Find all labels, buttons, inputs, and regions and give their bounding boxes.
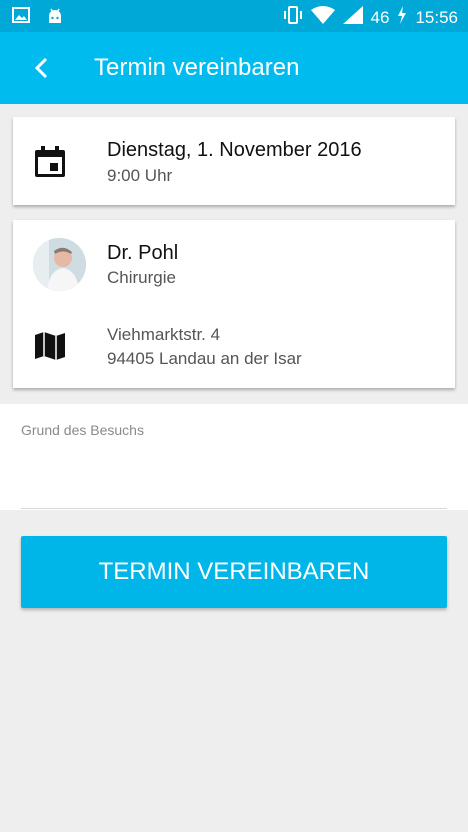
charging-icon: [397, 6, 407, 29]
reason-input[interactable]: [21, 454, 451, 506]
calendar-icon: [33, 145, 67, 184]
address-street: Viehmarktstr. 4: [107, 325, 221, 344]
vibrate-icon: [283, 6, 303, 29]
appointment-date-card[interactable]: Dienstag, 1. November 2016 9:00 Uhr: [13, 117, 455, 205]
android-icon: [46, 7, 64, 30]
signal-icon: [342, 6, 363, 29]
address-row[interactable]: Viehmarktstr. 4 94405 Landau an der Isar: [13, 304, 455, 388]
status-bar: 46 15:56: [0, 0, 468, 32]
appointment-date: Dienstag, 1. November 2016: [107, 139, 362, 161]
reason-label: Grund des Besuchs: [21, 422, 144, 438]
doctor-avatar: [33, 238, 86, 291]
doctor-specialty: Chirurgie: [107, 268, 176, 287]
app-bar: Termin vereinbaren: [0, 32, 468, 104]
book-appointment-button[interactable]: TERMIN VEREINBAREN: [21, 536, 447, 608]
back-button[interactable]: [26, 52, 58, 84]
doctor-card[interactable]: Dr. Pohl Chirurgie Viehmarktstr. 4 94405…: [13, 220, 455, 388]
doctor-name: Dr. Pohl: [107, 242, 179, 264]
map-icon: [33, 330, 67, 367]
reason-section: Grund des Besuchs: [0, 404, 468, 510]
chevron-left-icon: [26, 57, 58, 88]
image-icon: [12, 7, 30, 30]
clock: 15:56: [415, 7, 458, 27]
reason-underline: [21, 508, 447, 509]
wifi-icon: [310, 6, 335, 29]
address-city: 94405 Landau an der Isar: [107, 349, 302, 368]
appointment-time: 9:00 Uhr: [107, 166, 173, 185]
network-type: 46: [370, 7, 390, 27]
page-title: Termin vereinbaren: [94, 54, 300, 81]
